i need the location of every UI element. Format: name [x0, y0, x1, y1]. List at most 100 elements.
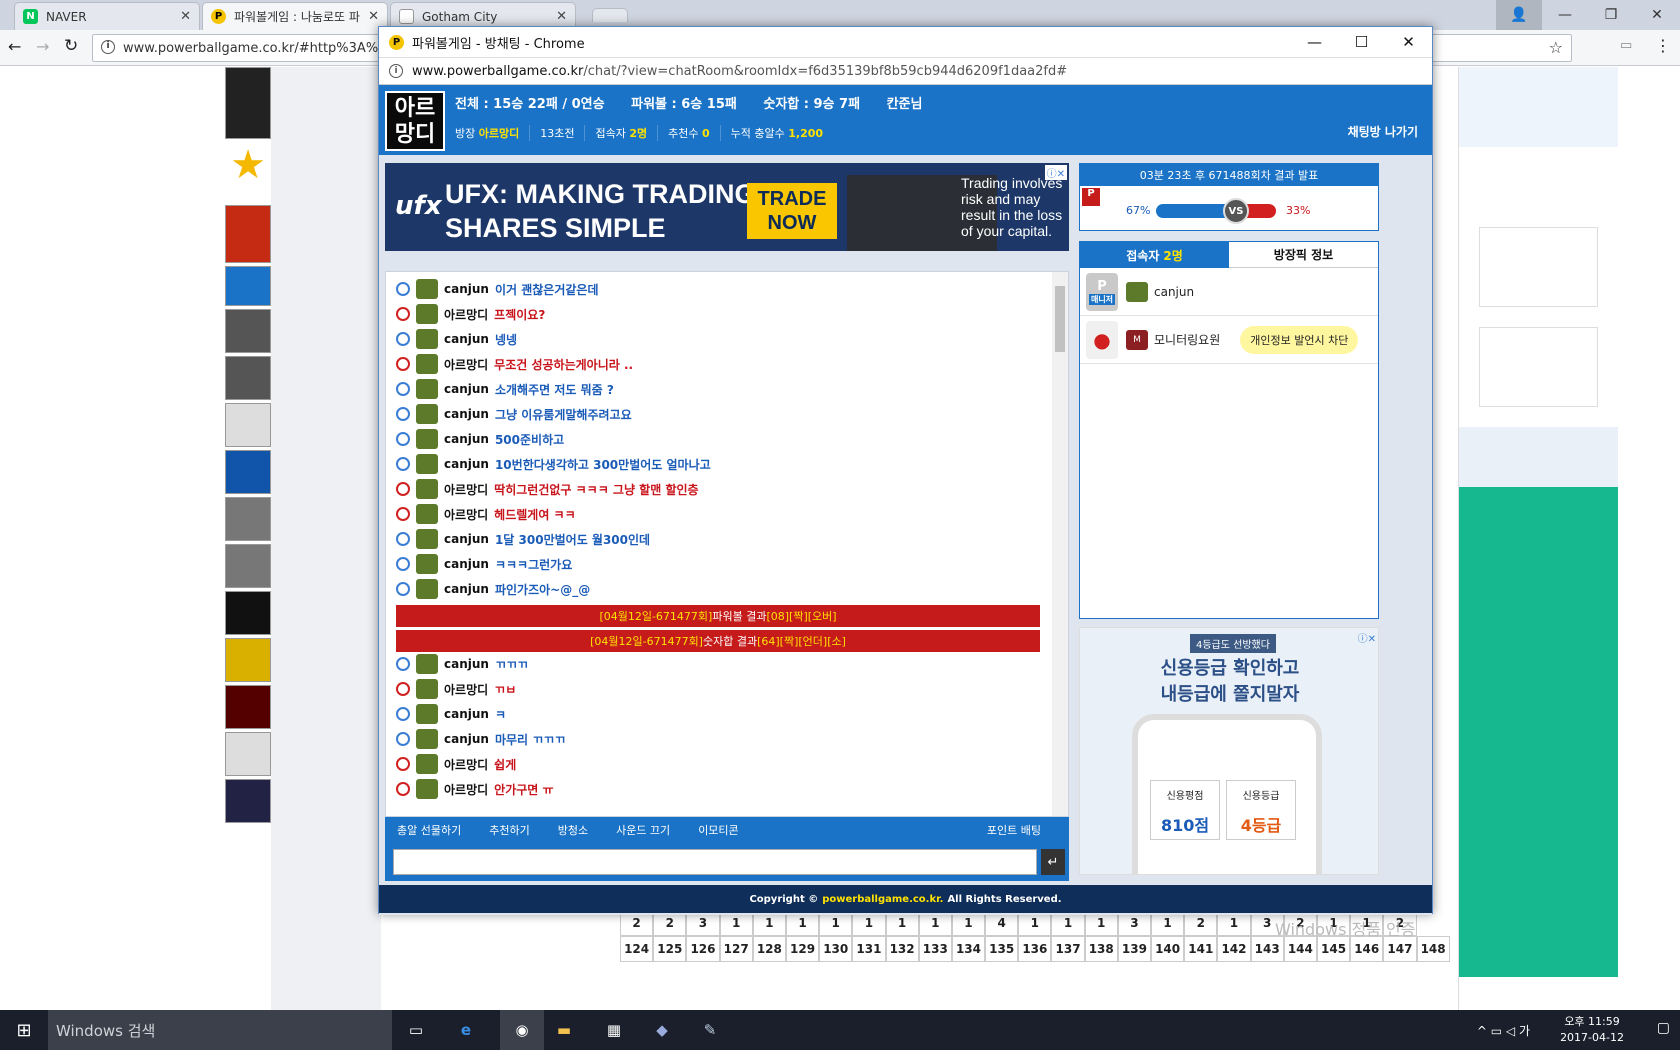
chat-input[interactable] — [393, 849, 1037, 875]
avatar: P 매니저 — [1086, 272, 1118, 311]
reload-icon[interactable]: ↻ — [64, 36, 78, 56]
level-icon — [416, 729, 438, 749]
extension-icon[interactable]: ▭ — [1620, 38, 1632, 53]
gift-count: 누적 충알수 1,200 — [730, 127, 824, 140]
user-greeting: 칸준님 — [886, 97, 923, 112]
message-nick[interactable]: 아르망디 — [444, 681, 488, 698]
tab-powerball[interactable]: P 파워볼게임 : 나눔로또 파 ✕ — [202, 2, 388, 30]
taskbar-clock[interactable]: 오후 11:59 2017-04-12 — [1560, 1014, 1624, 1046]
host-badge-icon — [396, 757, 410, 771]
message-nick[interactable]: 아르망디 — [444, 356, 488, 373]
info-icon[interactable]: i — [101, 40, 115, 54]
phone-image: 신용평점 810점 신용등급 4등급 — [1132, 714, 1322, 874]
message-nick[interactable]: 아르망디 — [444, 306, 488, 323]
user-row[interactable]: ● M 모니터링요원 개인정보 발언시 차단 — [1080, 316, 1378, 364]
new-tab-button[interactable] — [592, 8, 628, 22]
lock-icon[interactable] — [225, 544, 271, 588]
vote-panel: 03분 23초 후 671488회차 결과 발표 P 67% VS 33% — [1079, 163, 1379, 231]
message-nick[interactable]: canjun — [444, 732, 489, 746]
message-nick[interactable]: canjun — [444, 382, 489, 396]
nice-credit-ad[interactable]: 4등급도 선방했다 신용등급 확인하고 내등급에 쫄지말자 신용평점 810점 신… — [1079, 627, 1379, 875]
thumb[interactable] — [225, 450, 271, 494]
task-view-icon[interactable]: ▭ — [402, 1018, 430, 1042]
message-nick[interactable]: canjun — [444, 707, 489, 721]
thumb[interactable] — [225, 356, 271, 400]
clean-room-button[interactable]: 방청소 — [558, 822, 588, 838]
chat-waiting-link[interactable] — [225, 266, 271, 306]
gift-bullet-button[interactable]: 총알 선물하기 — [397, 822, 461, 838]
edge-icon[interactable]: e — [452, 1018, 480, 1042]
menu-icon[interactable]: ⋮ — [1655, 36, 1671, 55]
taskbar-search[interactable]: Windows 검색 — [48, 1010, 392, 1050]
windows-start-icon[interactable]: ⊞ — [0, 1010, 48, 1050]
message-nick[interactable]: 아르망디 — [444, 481, 488, 498]
minimize-icon[interactable]: — — [1542, 0, 1588, 30]
message-nick[interactable]: canjun — [444, 457, 489, 471]
folder-icon[interactable]: ▬ — [550, 1018, 578, 1042]
numsum-record: 숫자합 : 9승 7패 — [763, 97, 861, 112]
thumb[interactable] — [225, 591, 271, 635]
back-icon[interactable]: ← — [8, 37, 21, 56]
paint-icon[interactable]: ✎ — [696, 1018, 724, 1042]
app-icon[interactable]: ◆ — [648, 1018, 676, 1042]
trade-now-button[interactable]: TRADE NOW — [747, 183, 837, 239]
chat-message: canjun 파인가즈아~@_@ — [396, 578, 590, 600]
emoticon-button[interactable]: 이모티콘 — [698, 822, 738, 838]
message-nick[interactable]: canjun — [444, 532, 489, 546]
user-row[interactable]: P 매니저 canjun — [1080, 268, 1378, 316]
close-icon[interactable]: ✕ — [368, 9, 379, 24]
ufx-ad-banner[interactable]: ufx UFX: MAKING TRADING SHARES SIMPLE TR… — [385, 163, 1069, 251]
message-nick[interactable]: canjun — [444, 432, 489, 446]
exit-room-button[interactable]: 채팅방 나가기 — [1348, 123, 1418, 140]
message-nick[interactable]: canjun — [444, 582, 489, 596]
star-icon[interactable]: ☆ — [1549, 38, 1563, 57]
calculator-icon[interactable]: ▦ — [600, 1018, 628, 1042]
scroll-thumb[interactable] — [1055, 286, 1065, 352]
chat-message: 아르망디 쉽게 — [396, 753, 516, 775]
thumb[interactable] — [225, 309, 271, 353]
sound-off-button[interactable]: 사운드 끄기 — [616, 822, 670, 838]
tab-host-pick[interactable]: 방장픽 정보 — [1229, 242, 1378, 268]
chat-log[interactable]: canjun 이거 괜찮은거같은데 아르망디 프젝이요? canjun 넹넹 아르망디 무조건… — [385, 271, 1069, 817]
thumb[interactable] — [225, 403, 271, 447]
thumb[interactable] — [225, 732, 271, 776]
popup-address-bar[interactable]: i www.powerballgame.co.kr /chat/?view=ch… — [379, 57, 1432, 85]
thumb[interactable] — [225, 638, 271, 682]
message-nick[interactable]: 아르망디 — [444, 781, 488, 798]
close-icon[interactable]: ✕ — [1385, 27, 1432, 57]
message-nick[interactable]: 아르망디 — [444, 506, 488, 523]
recommend-button[interactable]: 추천하기 — [489, 822, 529, 838]
maximize-icon[interactable]: ☐ — [1338, 27, 1385, 57]
message-nick[interactable]: canjun — [444, 282, 489, 296]
table-cell: 124 — [620, 936, 654, 962]
adchoices-icon[interactable]: ⓘ✕ — [1358, 630, 1376, 645]
forward-icon[interactable]: → — [36, 37, 49, 56]
minimize-icon[interactable]: — — [1291, 27, 1338, 57]
notification-icon[interactable]: ▢ — [1657, 1020, 1670, 1036]
tab-users[interactable]: 접속자 2명 — [1080, 242, 1229, 268]
user-name: 모니터링요원 — [1154, 333, 1221, 347]
chrome-icon[interactable]: ◉ — [500, 1010, 544, 1050]
tray-icons[interactable]: ^ ▭ ◁ 가 — [1477, 1022, 1530, 1039]
send-icon[interactable]: ↵ — [1041, 849, 1065, 875]
point-bet-button[interactable]: 포인트 배팅 — [987, 822, 1041, 838]
lock-icon[interactable] — [225, 497, 271, 541]
thumb[interactable] — [225, 685, 271, 729]
chat-scrollbar[interactable] — [1052, 272, 1068, 816]
secure-login-icon[interactable] — [225, 67, 271, 139]
adchoices-icon[interactable]: ⓘ✕ — [1044, 165, 1067, 180]
message-nick[interactable]: canjun — [444, 657, 489, 671]
close-icon[interactable]: ✕ — [1634, 0, 1680, 30]
thumb[interactable] — [225, 779, 271, 823]
message-nick[interactable]: canjun — [444, 332, 489, 346]
info-icon[interactable]: i — [389, 64, 403, 78]
host-avatar: 아르망디 — [385, 91, 445, 151]
restore-icon[interactable]: ❐ — [1588, 0, 1634, 30]
message-nick[interactable]: 아르망디 — [444, 756, 488, 773]
user-icon[interactable]: 👤 — [1496, 0, 1542, 30]
tab-naver[interactable]: N NAVER ✕ — [14, 2, 200, 30]
close-icon[interactable]: ✕ — [556, 9, 567, 24]
close-icon[interactable]: ✕ — [180, 9, 191, 24]
message-nick[interactable]: canjun — [444, 407, 489, 421]
message-nick[interactable]: canjun — [444, 557, 489, 571]
